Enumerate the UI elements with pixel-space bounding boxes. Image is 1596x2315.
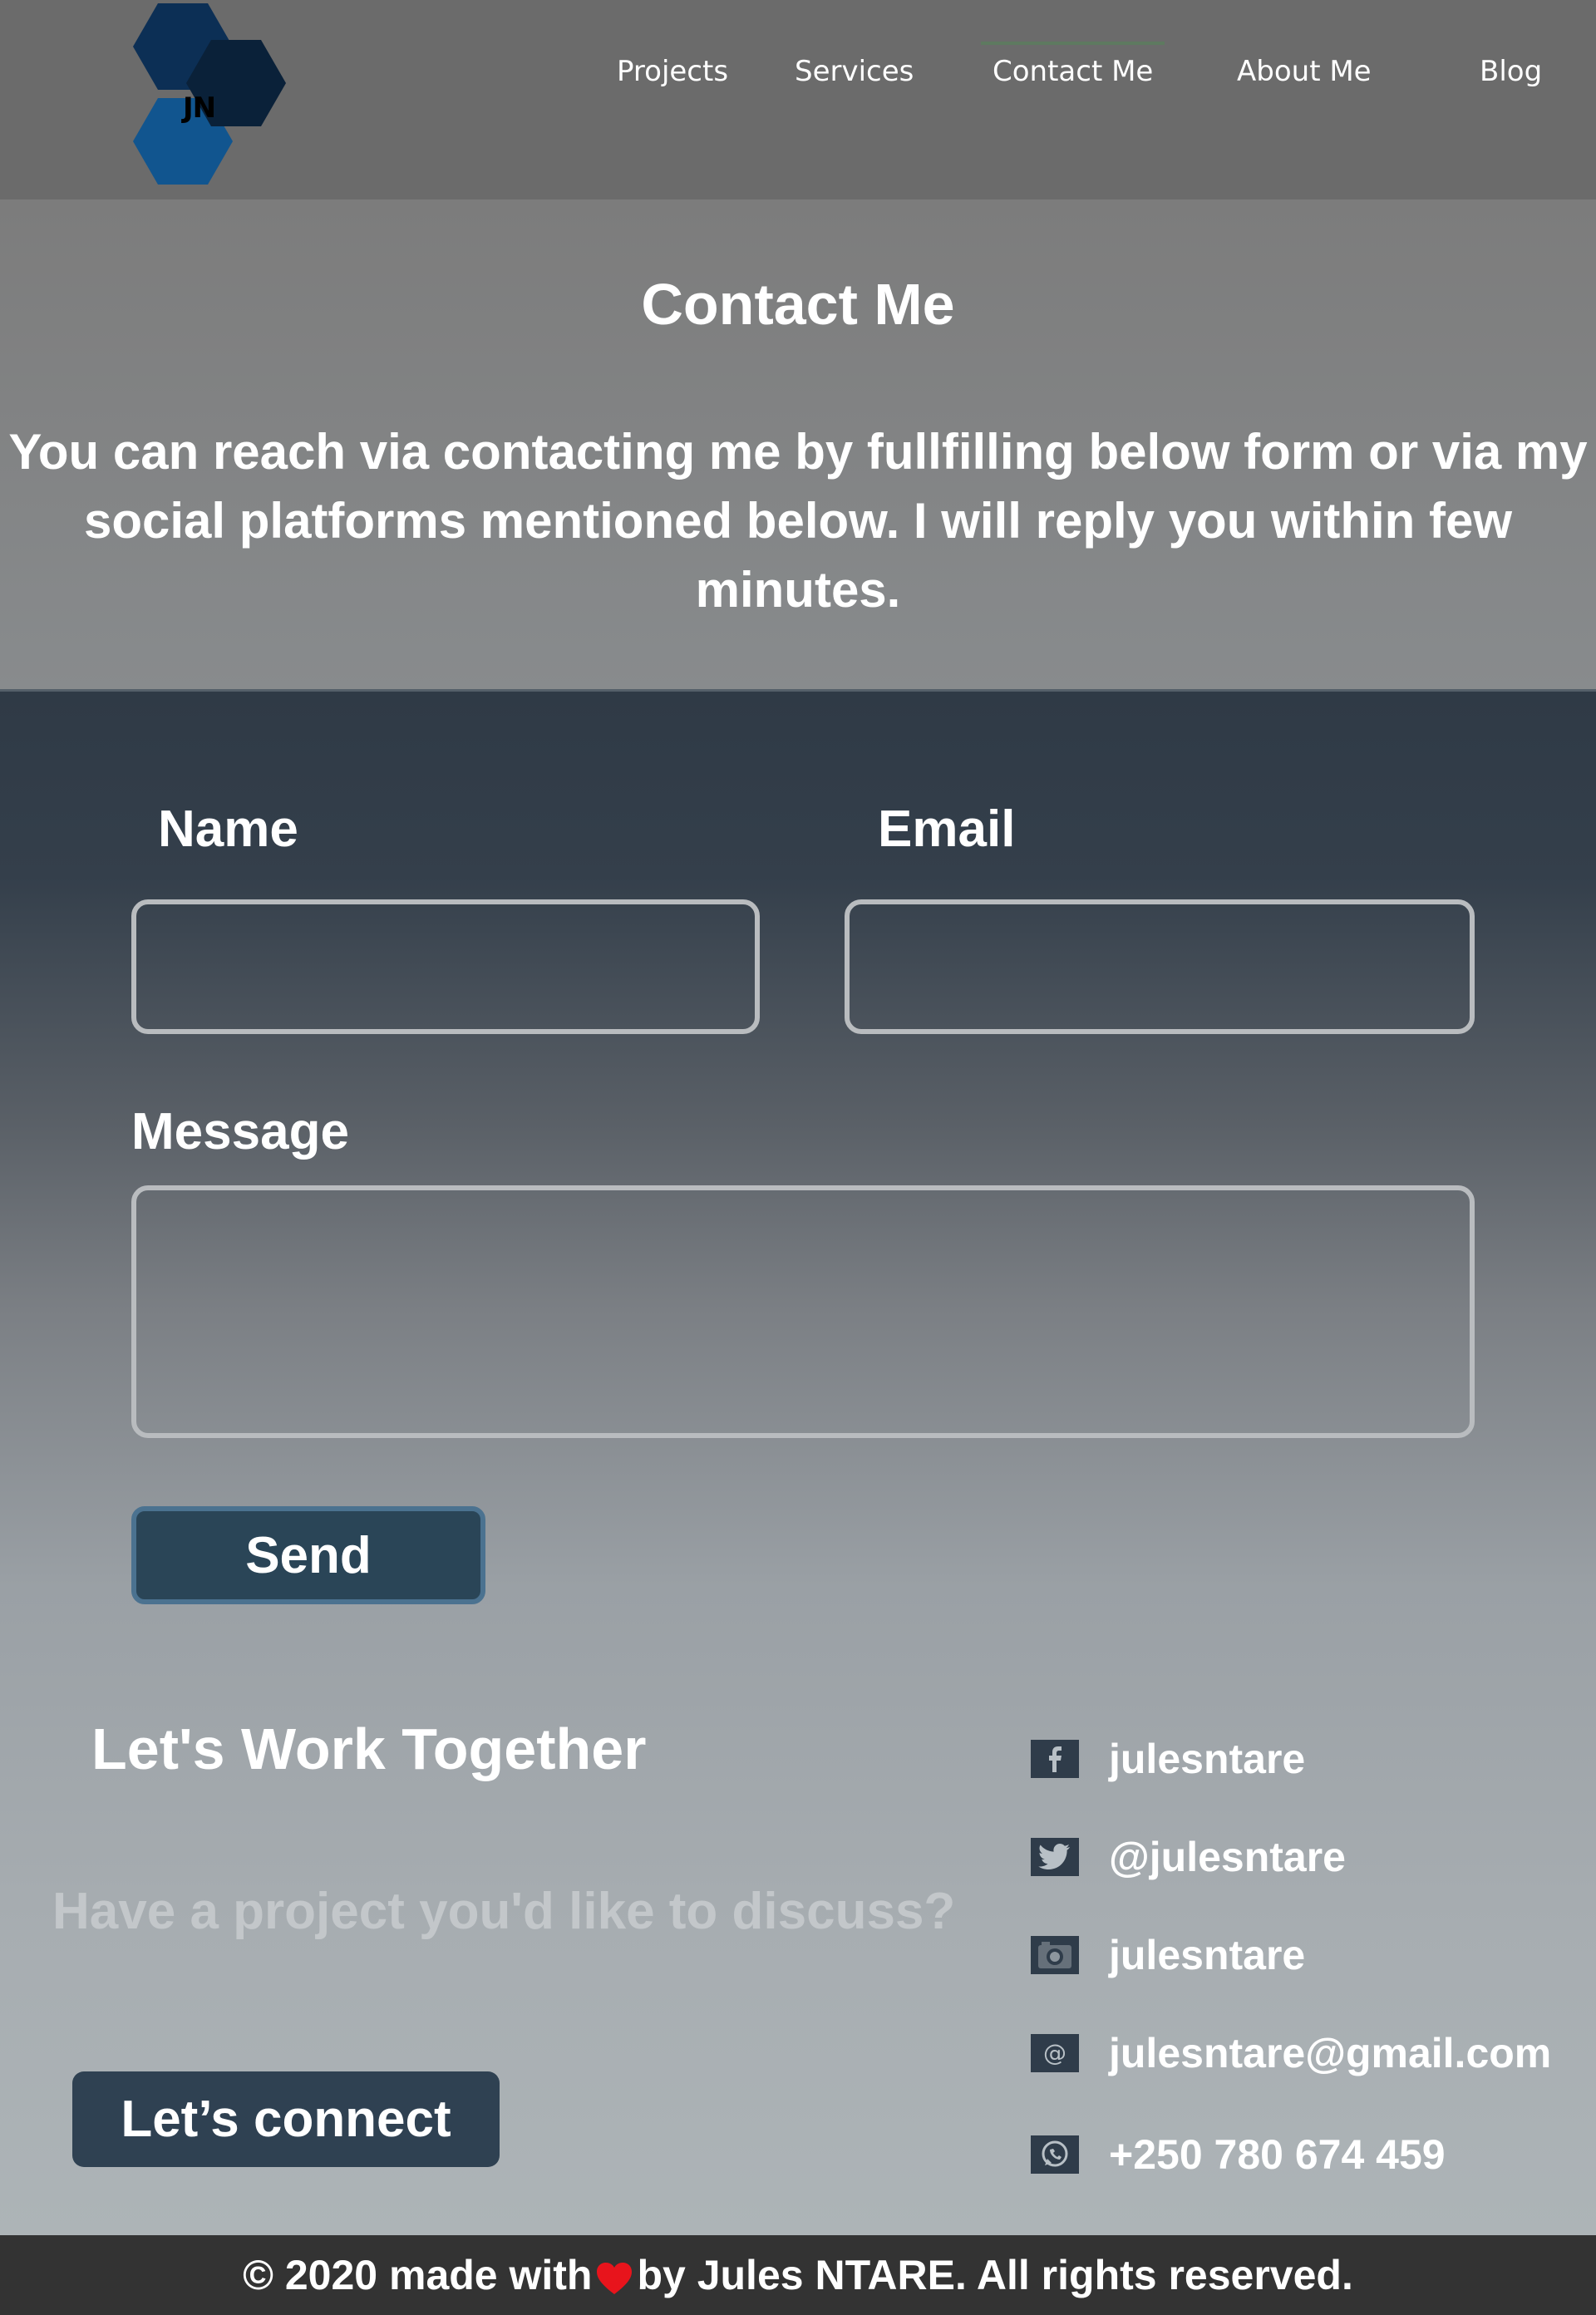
contact-form-section: Name Email Message Send Let's Work Toget… [0,692,1596,2235]
footer-text-start: © 2020 made with [243,2252,593,2298]
logo[interactable]: JN [131,0,314,199]
site-header: JN Projects Services Contact Me About Me… [0,0,1596,199]
social-facebook[interactable]: julesntare [1031,1734,1579,1784]
work-together-heading: Let's Work Together [91,1717,647,1781]
email-field[interactable] [845,899,1475,1034]
name-field[interactable] [131,899,760,1034]
site-footer: © 2020 made with by Jules NTARE. All rig… [0,2235,1596,2315]
nav-projects[interactable]: Projects [617,55,728,88]
nav-contact-me[interactable]: Contact Me [980,42,1165,88]
name-label: Name [158,800,298,858]
footer-text-end: by Jules NTARE. All rights reserved. [637,2252,1353,2298]
logo-text: JN [183,91,216,125]
facebook-icon [1031,1740,1079,1778]
social-instagram[interactable]: julesntare [1031,1930,1579,1980]
at-sign-icon: @ [1031,2034,1079,2072]
social-twitter-text: @julesntare [1109,1834,1346,1880]
svg-text:@: @ [1043,2039,1066,2066]
nav-blog[interactable]: Blog [1480,55,1542,88]
message-label: Message [131,1103,349,1160]
social-email[interactable]: @ julesntare@gmail.com [1031,2028,1579,2078]
intro-text: You can reach via contacting me by fullf… [8,424,1588,618]
intro-section: Contact Me You can reach via contacting … [0,199,1596,692]
work-together-subtitle: Have a project you'd like to discuss? [52,1883,956,1940]
email-label: Email [878,800,1016,858]
social-facebook-text: julesntare [1109,1736,1306,1782]
page-title: Contact Me [641,272,955,337]
heart-icon [595,2258,633,2294]
nav-about-me[interactable]: About Me [1237,55,1372,88]
message-field[interactable] [131,1185,1475,1438]
twitter-icon [1031,1838,1079,1876]
social-whatsapp[interactable]: +250 780 674 459 [1031,2130,1579,2180]
social-whatsapp-text: +250 780 674 459 [1109,2131,1446,2178]
social-twitter[interactable]: @julesntare [1031,1832,1579,1882]
lets-connect-button[interactable]: Let’s connect [72,2071,500,2167]
social-email-text: julesntare@gmail.com [1109,2030,1552,2076]
social-instagram-text: julesntare [1109,1932,1306,1978]
logo-hexagons-icon [133,3,286,185]
nav-services[interactable]: Services [795,55,914,88]
camera-icon [1031,1936,1079,1974]
send-button[interactable]: Send [131,1506,485,1604]
whatsapp-icon [1031,2135,1079,2174]
